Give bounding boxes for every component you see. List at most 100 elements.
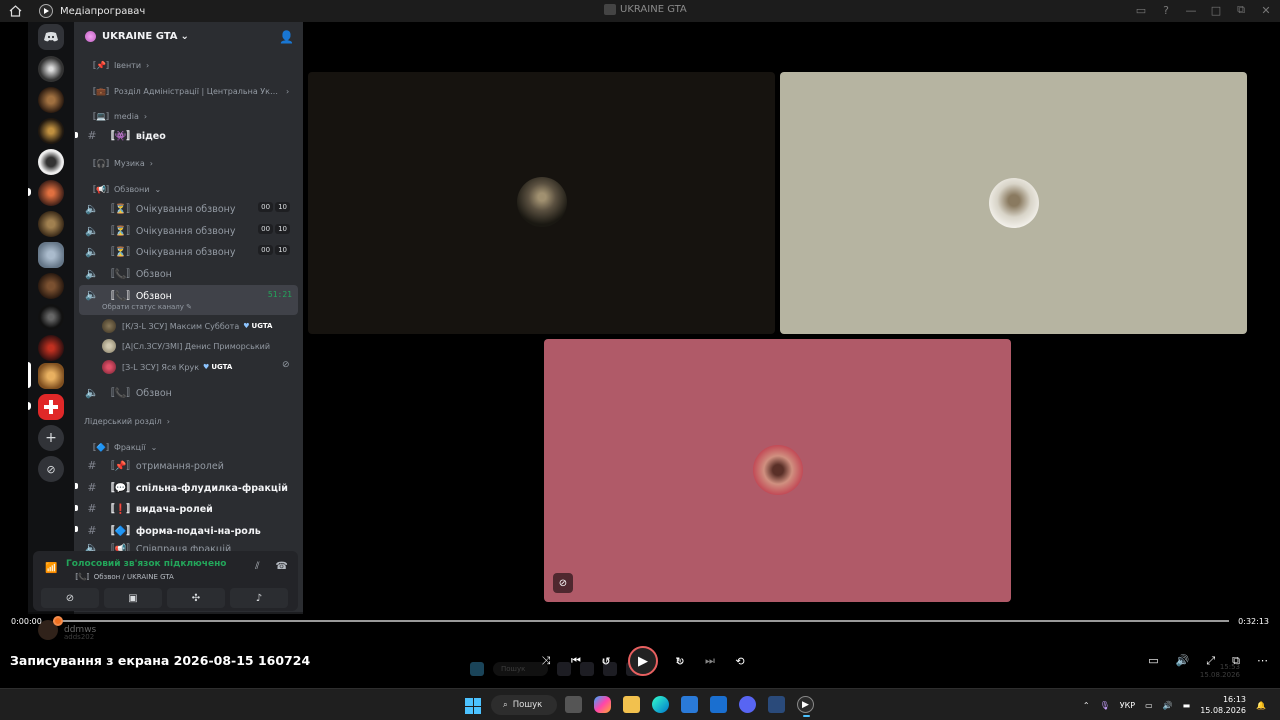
maximize-icon[interactable]: □ [1210,4,1222,17]
activities-button[interactable]: ✣ [167,588,225,608]
close-icon[interactable]: ✕ [1260,4,1272,17]
language-indicator[interactable]: УКР [1120,701,1135,710]
category-factions[interactable]: 〚🔷〛Фракції ⌄ [88,442,157,453]
server-icon-ukraine-gta[interactable] [38,363,64,389]
window-thumbnail-icon [604,4,616,15]
category-media[interactable]: 〚💻〛media › [88,111,147,122]
category-leaders[interactable]: Лідерський розділ › [84,417,170,426]
mail-icon[interactable] [710,696,727,713]
copilot-icon[interactable] [594,696,611,713]
server-icon[interactable] [38,87,64,113]
voice-channel-waiting[interactable]: 🔈 〚⏳〛Очікування обзвону 00 10 [79,220,298,240]
voice-user[interactable]: [З-L ЗСУ] Яся Крук ♥ UGTA [102,358,232,376]
player-title: Медіапрогравач [60,5,146,17]
file-explorer-icon[interactable] [623,696,640,713]
video-tile[interactable] [780,72,1247,334]
seek-bar[interactable] [53,620,1229,622]
video-tile[interactable] [308,72,775,334]
play-button[interactable]: ▶ [628,646,658,676]
disconnect-icon[interactable]: ☎ [276,561,288,572]
previous-icon[interactable]: ⏮ [568,654,584,668]
channel-role-form[interactable]: # 〚🔷〛форма-подачі-на-роль [79,520,298,540]
repeat-off-icon[interactable]: ⟲ [732,655,748,668]
minimize-icon[interactable]: — [1185,4,1197,17]
voice-location[interactable]: 〚📞〛Обзвон / UKRAINE GTA [71,572,174,582]
voice-channel-call[interactable]: 🔈 〚📞〛Обзвон [79,382,298,402]
server-icon[interactable] [38,335,64,361]
voice-channel-waiting[interactable]: 🔈 〚⏳〛Очікування обзвону 00 10 [79,198,298,218]
add-server-icon[interactable]: + [38,425,64,451]
taskbar-search[interactable]: ⌕ Пошук [491,695,557,715]
volume-icon[interactable]: 🔊 [1163,701,1173,710]
home-icon[interactable] [9,5,25,17]
skip-back-icon[interactable]: ↺ 10 [598,655,614,668]
signal-icon[interactable]: 📶 [45,563,57,574]
channel-faction-cooperation[interactable]: 🔈 〚📢〛Співпраця фракцій [79,541,298,551]
voice-channel-call[interactable]: 🔈 〚📞〛Обзвон [79,263,298,283]
shuffle-icon[interactable]: ⤨ [538,654,554,668]
skip-forward-icon[interactable]: ↻ 30 [672,655,688,668]
seek-thumb[interactable] [53,616,63,626]
soundboard-button[interactable]: ♪ [230,588,288,608]
category-music[interactable]: 〚🎧〛Музика › [88,158,153,169]
camera-button[interactable]: ⊘ [41,588,99,608]
noise-suppression-icon[interactable]: ⫽ [255,561,259,572]
more-options-icon[interactable]: ⋯ [1257,654,1268,668]
server-icon[interactable] [38,394,64,420]
discord-home-icon[interactable] [38,24,64,50]
channel-get-roles[interactable]: # 〚📌〛отримання-ролей [79,455,298,475]
media-player-taskbar-icon[interactable]: ▶ [797,696,814,717]
voice-user[interactable]: [А|Сл.ЗСУ/ЗМІ] Денис Приморський [102,337,270,355]
windows-start-icon[interactable] [465,698,481,714]
explore-servers-icon[interactable]: ⊘ [38,456,64,482]
volume-icon[interactable]: 🔊 [1176,654,1190,668]
notifications-icon[interactable]: 🔔 [1256,701,1266,710]
channel-faction-chat[interactable]: # 〚💬〛спільна-флудилка-фракцій [79,477,298,497]
channel-name: 〚📞〛Обзвон [105,388,172,399]
skip-forward-seconds: 30 [676,657,684,665]
server-icon[interactable] [38,304,64,330]
voice-channel-waiting[interactable]: 🔈 〚⏳〛Очікування обзвону 00 10 [79,241,298,261]
chevron-up-icon[interactable]: ⌃ [1083,701,1090,710]
discord-icon[interactable] [739,696,756,713]
help-icon[interactable]: ? [1160,4,1172,17]
network-icon[interactable]: ▭ [1145,701,1153,710]
category-events[interactable]: 〚📌〛Івенти › [88,60,149,71]
server-icon[interactable] [38,211,64,237]
fullscreen-icon[interactable]: ⤢ [1206,654,1215,668]
server-badge-icon [85,30,96,42]
edge-icon[interactable] [652,696,669,713]
game-icon[interactable] [768,696,785,713]
voice-status[interactable]: Голосовий зв'язок підключено [66,559,226,569]
voice-user[interactable]: [К/З-L ЗСУ] Максим Суббота ♥ UGTA [102,317,272,335]
server-icon[interactable] [38,180,64,206]
next-icon[interactable]: ⏭ [702,654,718,668]
category-administration[interactable]: 〚💼〛Розділ Адміністрації | Центральна Укр… [88,86,293,97]
restore-icon[interactable]: ⧉ [1235,3,1247,17]
server-icon[interactable] [38,118,64,144]
channel-status-button[interactable]: Обрати статус каналу ✎ [102,303,192,311]
video-tile[interactable]: ⊘ [544,339,1011,602]
camera-off-icon: ⊘ [65,592,75,604]
window-center-title-text: UKRAINE GTA [620,4,687,15]
store-icon[interactable] [681,696,698,713]
microphone-icon[interactable]: 🎙 [1100,701,1110,710]
channel-video[interactable]: # 〚👾〛відео [79,125,298,145]
screen-share-button[interactable]: ▣ [104,588,162,608]
participant-avatar [753,445,803,495]
connected-speaker-icon: 🔈 [85,288,99,301]
invite-people-icon[interactable]: 👤 [279,30,294,44]
channel-role-issue[interactable]: # 〚❗〛видача-ролей [79,498,298,518]
taskbar-clock[interactable]: 16:13 15.08.2026 [1200,694,1246,716]
mini-player-icon[interactable]: ⧉ [1232,654,1240,668]
server-icon[interactable] [38,149,64,175]
server-icon[interactable] [38,56,64,82]
category-calls[interactable]: 〚📢〛Обзвони ⌄ [88,184,161,195]
server-icon[interactable] [38,273,64,299]
battery-icon[interactable]: ▬ [1183,701,1191,710]
captions-icon[interactable]: ▭ [1148,654,1158,668]
task-view-icon[interactable] [565,696,582,713]
server-header[interactable]: UKRAINE GTA ⌄ 👤 [74,22,303,50]
server-icon[interactable] [38,242,64,268]
inbox-icon[interactable]: ▭ [1135,4,1147,17]
